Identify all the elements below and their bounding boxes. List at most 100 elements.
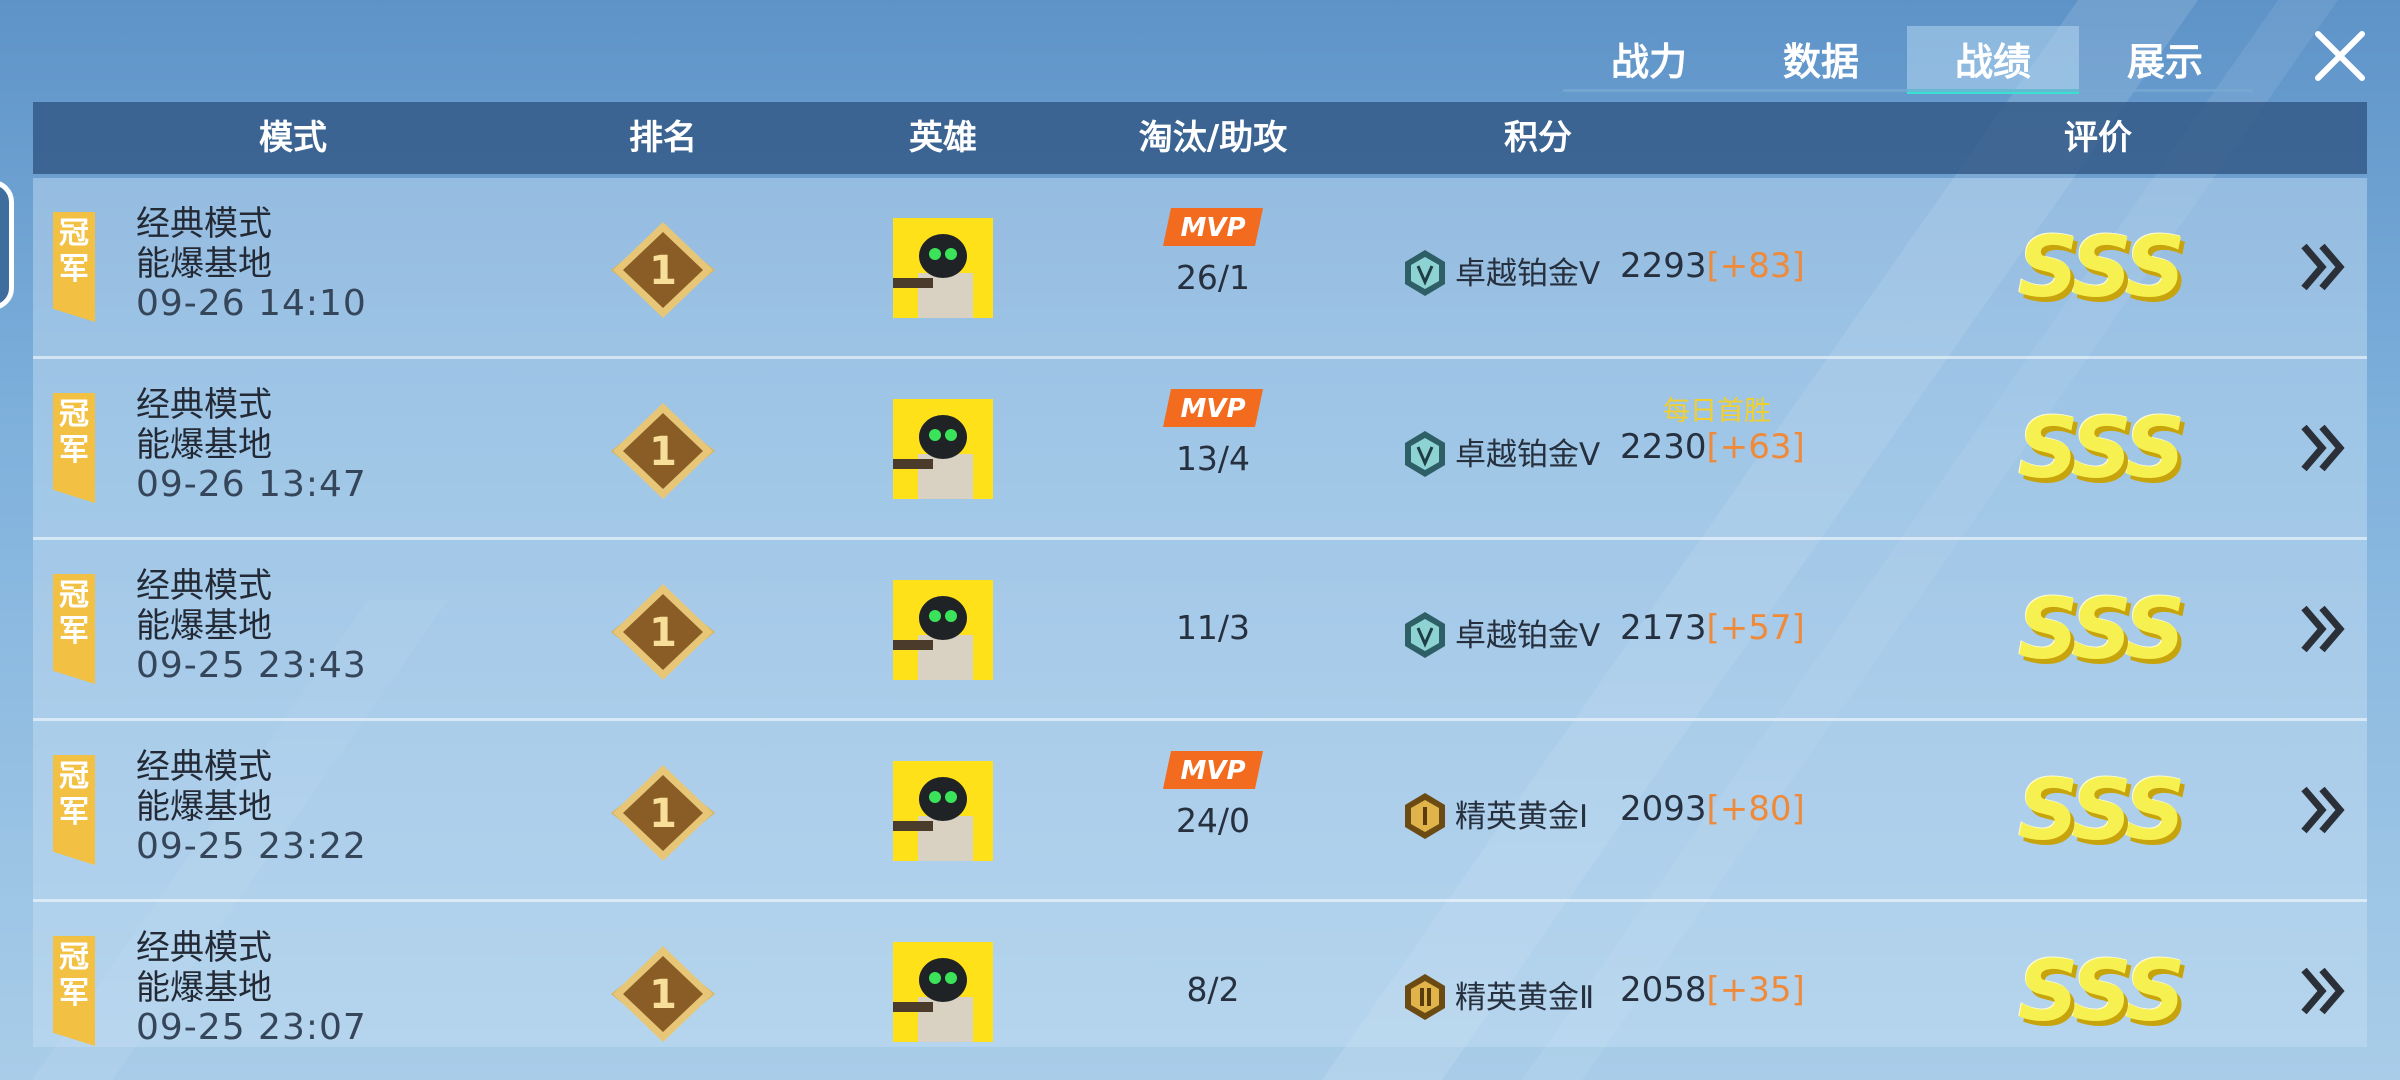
mode-name: 经典模式 — [136, 204, 272, 244]
tab-data[interactable]: 数据 — [1735, 26, 1907, 90]
tab-showcase[interactable]: 展示 — [2079, 26, 2251, 90]
rank-number: 1 — [649, 429, 677, 475]
map-name: 能爆基地 — [136, 968, 272, 1008]
match-row[interactable]: 冠军 经典模式 能爆基地 09-26 14:10 1 MVP 26/1 卓越铂金… — [33, 178, 2367, 359]
mvp-badge: MVP — [1163, 751, 1263, 789]
svg-text:MVP: MVP — [1180, 756, 1245, 786]
gold-tier-icon — [1405, 793, 1445, 839]
score-value: 2093 — [1620, 789, 1707, 829]
match-date: 09-26 13:47 — [136, 464, 367, 505]
rank-medal-icon: 1 — [611, 584, 715, 680]
platinum-tier-icon — [1405, 431, 1445, 477]
header-kills-assists: 淘汰/助攻 — [1138, 118, 1288, 158]
match-history-panel: 模式 排名 英雄 淘汰/助攻 积分 评价 冠军 经典模式 能爆基地 09-26 … — [33, 102, 2367, 1047]
score-delta: [+63] — [1706, 427, 1805, 467]
double-chevron-right-icon[interactable] — [2298, 421, 2348, 475]
kills-assists: 26/1 — [1175, 258, 1251, 297]
score-delta: [+83] — [1706, 246, 1805, 286]
rank-number: 1 — [649, 972, 677, 1018]
gold-tier-icon — [1405, 974, 1445, 1020]
rank-number: 1 — [649, 248, 677, 294]
double-chevron-right-icon[interactable] — [2298, 602, 2348, 656]
score: 2173[+57] — [1620, 608, 1805, 648]
platinum-tier-icon — [1405, 250, 1445, 296]
match-info: 经典模式 能爆基地 09-26 13:47 — [136, 385, 367, 505]
tab-power[interactable]: 战力 — [1563, 26, 1735, 90]
side-panel-handle[interactable] — [0, 180, 14, 310]
tier-name: 精英黄金Ⅰ — [1455, 799, 1589, 835]
champion-badge: 冠军 — [53, 393, 95, 503]
score-value: 2230 — [1620, 427, 1707, 467]
score-value: 2173 — [1620, 608, 1707, 648]
mvp-badge: MVP — [1163, 389, 1263, 427]
platinum-tier-icon — [1405, 612, 1445, 658]
hero-avatar-icon — [893, 580, 993, 680]
match-row[interactable]: 冠军 经典模式 能爆基地 09-26 13:47 1 MVP 13/4 每日首胜 — [33, 359, 2367, 540]
header-rank: 排名 — [629, 118, 697, 158]
tab-records[interactable]: 战绩 — [1907, 26, 2079, 94]
kills-assists: 24/0 — [1175, 801, 1251, 840]
match-date: 09-25 23:43 — [136, 645, 367, 686]
header-rating: 评价 — [2064, 118, 2132, 158]
double-chevron-right-icon[interactable] — [2298, 964, 2348, 1018]
close-button[interactable] — [2310, 26, 2370, 86]
rank-medal-icon: 1 — [611, 765, 715, 861]
table-header: 模式 排名 英雄 淘汰/助攻 积分 评价 — [33, 102, 2367, 174]
tab-baseline — [1563, 89, 2253, 92]
match-row[interactable]: 冠军 经典模式 能爆基地 09-25 23:07 1 8/2 精英黄金Ⅱ 205… — [33, 902, 2367, 1047]
header-hero: 英雄 — [909, 118, 977, 158]
champion-badge: 冠军 — [53, 574, 95, 684]
mode-name: 经典模式 — [136, 566, 272, 606]
double-chevron-right-icon[interactable] — [2298, 783, 2348, 837]
daily-bonus: 每日首胜 — [1663, 396, 1771, 427]
kills-assists: 8/2 — [1186, 970, 1240, 1009]
match-date: 09-25 23:07 — [136, 1007, 367, 1048]
mvp-badge: MVP — [1163, 208, 1263, 246]
score-delta: [+80] — [1706, 789, 1805, 829]
match-date: 09-26 14:10 — [136, 283, 367, 324]
match-info: 经典模式 能爆基地 09-25 23:43 — [136, 566, 367, 686]
score-delta: [+57] — [1706, 608, 1805, 648]
hero-avatar-icon — [893, 218, 993, 318]
match-date: 09-25 23:22 — [136, 826, 367, 867]
rank-medal-icon: 1 — [611, 403, 715, 499]
champion-badge: 冠军 — [53, 936, 95, 1046]
rank-medal-icon: 1 — [611, 946, 715, 1042]
tier-name: 卓越铂金Ⅴ — [1455, 618, 1601, 654]
grade-rating: SSS — [2018, 580, 2186, 678]
match-info: 经典模式 能爆基地 09-25 23:22 — [136, 747, 367, 867]
header-mode: 模式 — [259, 118, 327, 158]
match-info: 经典模式 能爆基地 09-25 23:07 — [136, 928, 367, 1047]
score-value: 2293 — [1620, 246, 1707, 286]
svg-text:MVP: MVP — [1180, 213, 1245, 243]
map-name: 能爆基地 — [136, 244, 272, 284]
champion-badge: 冠军 — [53, 755, 95, 865]
svg-text:MVP: MVP — [1180, 394, 1245, 424]
score: 2230[+63] — [1620, 427, 1805, 467]
match-row[interactable]: 冠军 经典模式 能爆基地 09-25 23:43 1 11/3 卓越铂金Ⅴ 21… — [33, 540, 2367, 721]
grade-rating: SSS — [2018, 218, 2186, 316]
champion-badge: 冠军 — [53, 212, 95, 322]
header-points: 积分 — [1504, 118, 1572, 158]
rank-number: 1 — [649, 610, 677, 656]
mode-name: 经典模式 — [136, 385, 272, 425]
grade-rating: SSS — [2018, 761, 2186, 859]
close-icon — [2315, 31, 2365, 81]
hero-avatar-icon — [893, 761, 993, 861]
map-name: 能爆基地 — [136, 606, 272, 646]
grade-rating: SSS — [2018, 942, 2186, 1040]
kills-assists: 11/3 — [1175, 608, 1251, 647]
score: 2058[+35] — [1620, 970, 1805, 1010]
double-chevron-right-icon[interactable] — [2298, 240, 2348, 294]
grade-rating: SSS — [2018, 399, 2186, 497]
mode-name: 经典模式 — [136, 928, 272, 968]
tier-name: 卓越铂金Ⅴ — [1455, 256, 1601, 292]
tier-name: 卓越铂金Ⅴ — [1455, 437, 1601, 473]
match-row[interactable]: 冠军 经典模式 能爆基地 09-25 23:22 1 MVP 24/0 精英黄金… — [33, 721, 2367, 902]
map-name: 能爆基地 — [136, 787, 272, 827]
rank-number: 1 — [649, 791, 677, 837]
hero-avatar-icon — [893, 942, 993, 1042]
score-delta: [+35] — [1706, 970, 1805, 1010]
score: 2093[+80] — [1620, 789, 1805, 829]
score-value: 2058 — [1620, 970, 1707, 1010]
